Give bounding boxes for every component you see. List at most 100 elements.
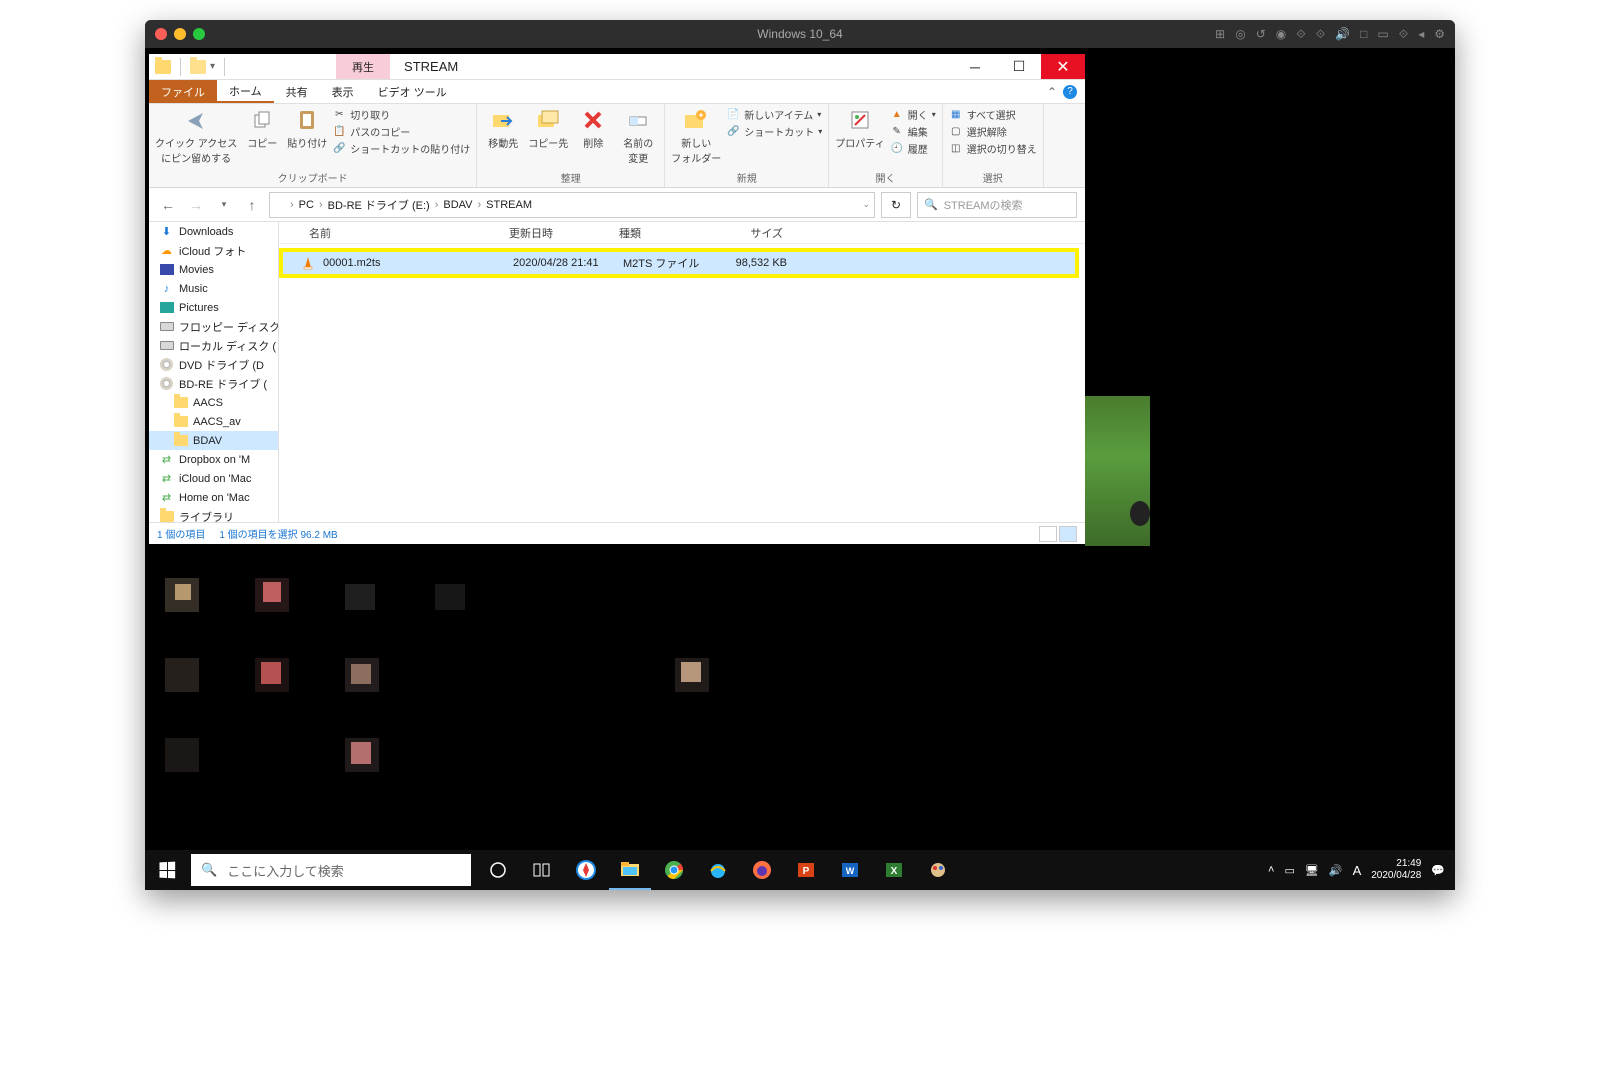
select-all-button[interactable]: ▦すべて選択	[949, 107, 1037, 122]
open-button[interactable]: ▲開く ▾	[890, 107, 936, 122]
breadcrumb-item[interactable]: PC	[296, 199, 317, 211]
system-tray[interactable]: ˄ ▭ 🖥 🔊 A 21:49 2020/04/28 💬	[1258, 858, 1455, 882]
vm-icon[interactable]: ◎	[1235, 27, 1245, 42]
mac-maximize-button[interactable]	[193, 28, 205, 40]
ime-icon[interactable]: A	[1353, 863, 1362, 878]
up-button[interactable]: ↑	[241, 194, 263, 216]
view-large-button[interactable]	[1059, 526, 1077, 542]
close-button[interactable]: ✕	[1041, 54, 1085, 79]
nav-item[interactable]: ローカル ディスク (	[149, 336, 278, 355]
col-size[interactable]: サイズ	[711, 225, 791, 241]
vm-icon[interactable]: ↺	[1256, 27, 1266, 42]
firefox-icon[interactable]	[741, 850, 783, 890]
copy-button[interactable]: コピー	[242, 107, 282, 150]
word-icon[interactable]: W	[829, 850, 871, 890]
vm-icon[interactable]: ⟐	[1316, 27, 1325, 42]
help-icon[interactable]: ?	[1063, 85, 1077, 99]
mac-minimize-button[interactable]	[174, 28, 186, 40]
breadcrumb-item[interactable]: BD-RE ドライブ (E:)	[325, 197, 433, 213]
nav-item[interactable]: BD-RE ドライブ (	[149, 374, 278, 393]
history-button[interactable]: 🕘履歴	[890, 141, 936, 156]
tab-view[interactable]: 表示	[320, 80, 366, 103]
explorer-titlebar[interactable]: ▾ 再生 STREAM ─ ☐ ✕	[149, 54, 1085, 80]
paste-shortcut-button[interactable]: 🔗ショートカットの貼り付け	[332, 141, 470, 156]
breadcrumb-item[interactable]: STREAM	[483, 199, 535, 211]
new-shortcut-button[interactable]: 🔗ショートカット ▾	[726, 124, 822, 139]
vm-icon[interactable]: ⚙	[1434, 27, 1445, 42]
clock[interactable]: 21:49 2020/04/28	[1371, 858, 1421, 882]
task-view-icon[interactable]	[521, 850, 563, 890]
cortana-icon[interactable]	[477, 850, 519, 890]
vm-icon[interactable]: ⟐	[1399, 27, 1408, 42]
paste-button[interactable]: 貼り付け	[287, 107, 327, 150]
select-none-button[interactable]: ▢選択解除	[949, 124, 1037, 139]
nav-item[interactable]: ⇄Dropbox on 'M	[149, 450, 278, 469]
nav-item[interactable]: DVD ドライブ (D	[149, 355, 278, 374]
ie-icon[interactable]	[697, 850, 739, 890]
view-details-button[interactable]	[1039, 526, 1057, 542]
mac-close-button[interactable]	[155, 28, 167, 40]
file-row[interactable]: 00001.m2ts 2020/04/28 21:41 M2TS ファイル 98…	[283, 252, 1075, 274]
vm-icon[interactable]: ⊞	[1215, 27, 1225, 42]
app-icon[interactable]	[917, 850, 959, 890]
explorer-icon[interactable]	[609, 850, 651, 890]
powerpoint-icon[interactable]: P	[785, 850, 827, 890]
forward-button[interactable]: →	[185, 194, 207, 216]
copy-to-button[interactable]: コピー先	[528, 107, 568, 150]
nav-item[interactable]: ⇄iCloud on 'Mac	[149, 469, 278, 488]
taskbar-search[interactable]: 🔍 ここに入力して検索	[191, 854, 471, 886]
pin-quick-access-button[interactable]: クイック アクセス にピン留めする	[155, 107, 237, 165]
excel-icon[interactable]: X	[873, 850, 915, 890]
breadcrumb[interactable]: › PC› BD-RE ドライブ (E:)› BDAV› STREAM ⌄	[269, 192, 875, 218]
nav-item[interactable]: Movies	[149, 260, 278, 279]
navigation-pane[interactable]: ⬇Downloads☁iCloud フォトMovies♪MusicPicture…	[149, 222, 279, 522]
vm-icon[interactable]: ⟐	[1296, 27, 1305, 42]
rename-button[interactable]: 名前の 変更	[618, 107, 658, 165]
move-to-button[interactable]: 移動先	[483, 107, 523, 150]
properties-button[interactable]: プロパティ	[835, 107, 884, 150]
nav-item[interactable]: AACS_av	[149, 412, 278, 431]
nav-item[interactable]: ☁iCloud フォト	[149, 241, 278, 260]
tab-file[interactable]: ファイル	[149, 80, 217, 103]
safari-icon[interactable]	[565, 850, 607, 890]
tab-home[interactable]: ホーム	[217, 80, 274, 103]
column-headers[interactable]: 名前 更新日時 種類 サイズ	[279, 222, 1085, 244]
nav-item[interactable]: ⇄Home on 'Mac	[149, 488, 278, 507]
battery-icon[interactable]: ▭	[1284, 864, 1294, 877]
new-item-button[interactable]: 📄新しいアイテム ▾	[726, 107, 822, 122]
nav-item[interactable]: ライブラリ	[149, 507, 278, 522]
refresh-button[interactable]: ↻	[881, 192, 911, 218]
vm-icon[interactable]: ◉	[1276, 27, 1286, 42]
minimize-button[interactable]: ─	[953, 54, 997, 79]
network-icon[interactable]: 🖥	[1305, 864, 1319, 877]
vm-icon[interactable]: ▭	[1377, 27, 1388, 42]
breadcrumb-item[interactable]: BDAV	[440, 199, 475, 211]
vm-icon[interactable]: □	[1360, 27, 1367, 42]
contextual-tab-playback[interactable]: 再生	[336, 54, 390, 79]
ribbon-collapse-icon[interactable]: ⌃	[1047, 85, 1057, 99]
back-button[interactable]: ←	[157, 194, 179, 216]
edit-button[interactable]: ✎編集	[890, 124, 936, 139]
file-list[interactable]: 名前 更新日時 種類 サイズ 00001.m2ts 2020/04/28 21:…	[279, 222, 1085, 522]
vm-icon[interactable]: ◂	[1418, 27, 1424, 42]
delete-button[interactable]: 削除	[573, 107, 613, 150]
maximize-button[interactable]: ☐	[997, 54, 1041, 79]
nav-item[interactable]: フロッピー ディスク	[149, 317, 278, 336]
chrome-icon[interactable]	[653, 850, 695, 890]
invert-selection-button[interactable]: ◫選択の切り替え	[949, 141, 1037, 156]
tray-chevron-icon[interactable]: ˄	[1268, 864, 1274, 876]
col-date[interactable]: 更新日時	[501, 225, 611, 241]
vm-icon[interactable]: 🔊	[1335, 27, 1350, 42]
nav-item[interactable]: AACS	[149, 393, 278, 412]
nav-item[interactable]: Pictures	[149, 298, 278, 317]
volume-icon[interactable]: 🔊	[1329, 864, 1343, 877]
recent-dropdown[interactable]: ▾	[213, 194, 235, 216]
start-button[interactable]	[145, 850, 189, 890]
new-folder-button[interactable]: ✦新しい フォルダー	[671, 107, 721, 165]
search-input[interactable]: 🔍 STREAMの検索	[917, 192, 1077, 218]
nav-item[interactable]: ⬇Downloads	[149, 222, 278, 241]
cut-button[interactable]: ✂切り取り	[332, 107, 470, 122]
col-name[interactable]: 名前	[301, 225, 501, 241]
tab-share[interactable]: 共有	[274, 80, 320, 103]
copy-path-button[interactable]: 📋パスのコピー	[332, 124, 470, 139]
